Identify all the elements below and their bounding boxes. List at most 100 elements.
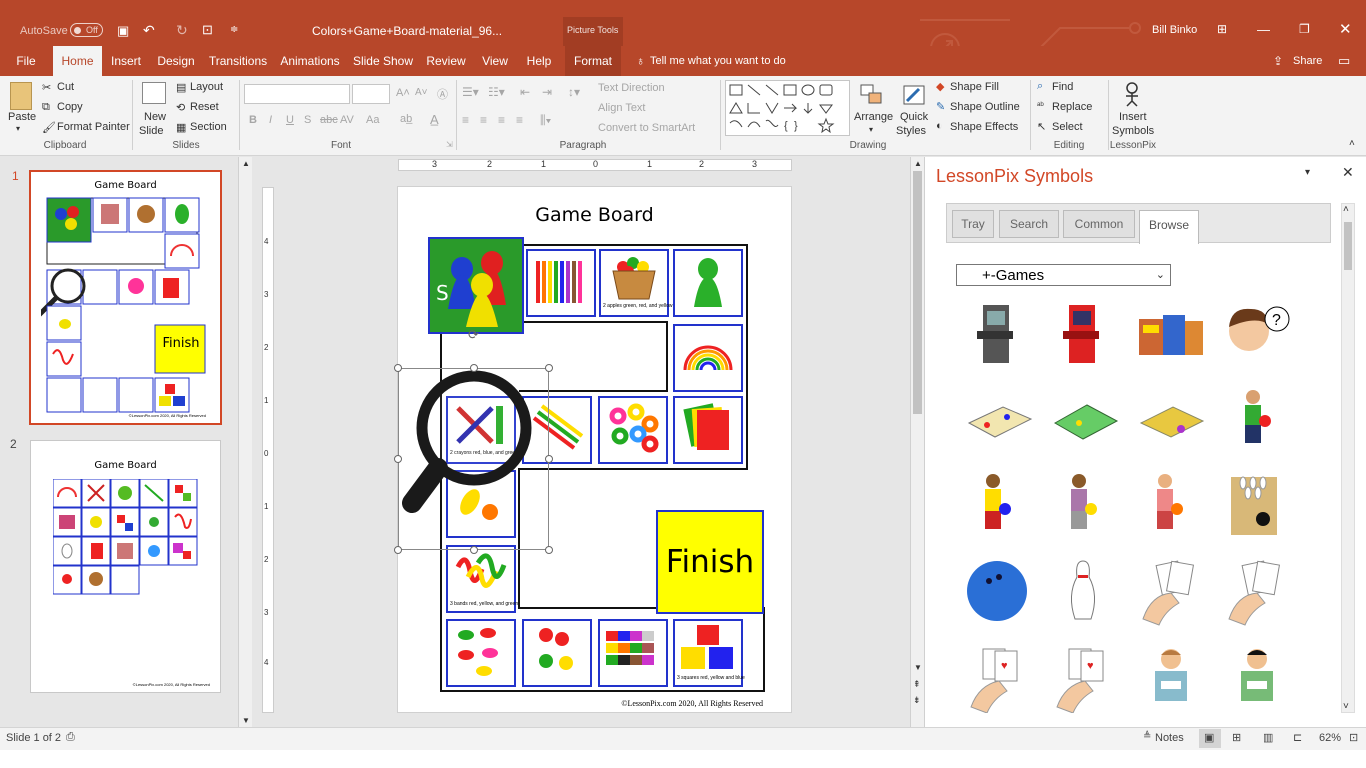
tab-transitions[interactable]: Transitions [208,46,268,76]
convert-smartart-button[interactable]: Convert to SmartArt [598,122,695,134]
comments-icon[interactable]: ▭ [1338,53,1350,69]
dialog-launcher-icon[interactable]: ⇲ [446,140,453,149]
align-text-button[interactable]: Align Text [598,102,646,114]
paste-icon[interactable] [10,82,32,110]
font-size-box[interactable] [352,84,390,104]
numbering-icon[interactable]: ☷▾ [488,85,505,99]
thumbnail-slide-1[interactable]: Game Board Finish ©LessonPix.com 2020, A… [29,170,222,425]
resize-handle[interactable] [545,364,553,372]
notes-icon[interactable]: ≜ [1143,731,1151,742]
zoom-level[interactable]: 62% [1319,732,1341,744]
scroll-down-icon[interactable]: ˅ [1343,701,1349,712]
find-icon[interactable]: ⌕ [1037,80,1043,93]
tab-animations[interactable]: Animations [280,46,340,76]
cut-button[interactable]: Cut [57,81,74,93]
reading-view-icon[interactable]: ▥ [1263,731,1273,744]
line-spacing-icon[interactable]: ↕▾ [568,85,580,99]
minimize-icon[interactable]: — [1257,22,1270,37]
symbol-board-game-1[interactable] [963,383,1035,455]
shape-effects-button[interactable]: Shape Effects [950,121,1018,133]
symbol-arcade-machine-gray[interactable] [963,297,1035,369]
shape-outline-icon[interactable]: ✎ [936,100,945,113]
share-button[interactable]: Share [1293,55,1322,67]
cut-icon[interactable]: ✂ [42,81,51,94]
board-cell[interactable] [598,396,668,464]
board-cell[interactable]: 3 bands red, yellow, and green [446,545,518,613]
notes-button[interactable]: Notes [1155,732,1184,744]
new-slide-icon[interactable] [142,82,166,104]
pane-options-icon[interactable]: ▾ [1305,167,1310,178]
resize-handle[interactable] [470,364,478,372]
scroll-down-icon[interactable]: ▼ [242,716,250,725]
save-icon[interactable]: ▣ [117,23,129,39]
text-shadow-button[interactable]: S [304,114,311,126]
board-cell[interactable] [446,619,516,687]
symbol-playing-cards-hand-1[interactable]: ♥ [963,641,1035,713]
board-cell[interactable] [673,324,743,392]
columns-icon[interactable]: ⫼▾ [540,113,551,128]
grow-font-icon[interactable]: A˄ [396,87,410,99]
shapes-gallery[interactable]: {} [725,80,850,136]
tab-review[interactable]: Review [425,46,467,76]
clear-format-icon[interactable]: Ⓐ [437,86,448,102]
close-icon[interactable]: ✕ [1339,20,1352,38]
board-cell[interactable] [673,249,743,317]
text-direction-button[interactable]: Text Direction [598,82,665,94]
present-icon[interactable]: ⊡ [202,22,213,38]
quick-styles-button[interactable]: Quick [900,111,928,123]
thumbnail-slide-2[interactable]: Game Board ©LessonPix.com 2020, All Righ… [30,440,221,693]
symbol-bowler-2[interactable] [1049,469,1121,541]
tab-view[interactable]: View [478,46,512,76]
change-case-button[interactable]: Aa [366,114,379,126]
replace-icon[interactable]: ᵃᵇ [1037,100,1044,110]
collapse-ribbon-icon[interactable]: ˄ [1349,138,1355,149]
arrange-icon[interactable] [858,82,886,108]
quick-styles-button-line2[interactable]: Styles [896,125,926,137]
shape-fill-icon[interactable]: ◆ [936,80,944,93]
symbol-hand-cards-2[interactable] [1221,555,1293,627]
increase-indent-icon[interactable]: ⇥ [542,85,552,99]
select-icon[interactable]: ↖ [1037,120,1046,133]
tab-search[interactable]: Search [999,210,1059,238]
slideshow-view-icon[interactable]: ⊏ [1293,731,1302,744]
tab-browse[interactable]: Browse [1139,210,1199,244]
align-center-icon[interactable]: ≡ [480,113,487,127]
insert-symbols-button-line2[interactable]: Symbols [1112,125,1154,137]
highlight-icon[interactable]: ab̲ [400,113,412,125]
board-cell[interactable]: 3 squares red, yellow and blue [673,619,745,687]
layout-icon[interactable]: ▤ [176,81,186,94]
task-pane-scrollbar[interactable]: ˄ ˅ [1341,203,1355,713]
symbol-hand-cards-1[interactable] [1135,555,1207,627]
fit-slide-icon[interactable]: ⊡ [1349,731,1358,744]
arrange-button[interactable]: Arrange [854,111,893,123]
next-slide-icon[interactable]: ⇟ [913,695,921,706]
symbol-playing-cards-hand-2[interactable]: ♥ [1049,641,1121,713]
tab-help[interactable]: Help [523,46,555,76]
bold-button[interactable]: B [249,114,257,126]
quick-styles-icon[interactable] [900,82,928,108]
align-right-icon[interactable]: ≡ [498,113,505,127]
normal-view-button[interactable]: ▣ [1199,729,1221,748]
board-cell[interactable] [526,249,596,317]
share-icon[interactable]: ⇪ [1273,54,1283,68]
section-icon[interactable]: ▦ [176,121,186,134]
symbol-bowling-pin[interactable] [1049,555,1121,627]
find-button[interactable]: Find [1052,81,1073,93]
tab-format[interactable]: Format [565,46,621,76]
font-color-icon[interactable]: A̲ [430,112,439,127]
shape-fill-button[interactable]: Shape Fill [950,81,999,93]
symbol-bowling-ball[interactable] [963,555,1035,627]
tab-file[interactable]: File [8,46,44,76]
symbol-person-with-ball[interactable] [1221,383,1293,455]
symbol-board-game-3[interactable] [1135,383,1207,455]
category-select[interactable]: +-Games ⌄ [956,264,1171,286]
reset-icon[interactable]: ⟲ [176,101,185,114]
bullets-icon[interactable]: ☰▾ [462,85,479,99]
layout-button[interactable]: Layout [190,81,223,93]
undo-icon[interactable]: ↶ [143,22,155,39]
symbol-bowler-1[interactable] [963,469,1035,541]
format-painter-button[interactable]: Format Painter [57,121,130,133]
resize-handle[interactable] [545,455,553,463]
symbol-card-player-2[interactable] [1221,641,1293,713]
paste-dropdown-icon[interactable]: ▾ [16,124,20,133]
